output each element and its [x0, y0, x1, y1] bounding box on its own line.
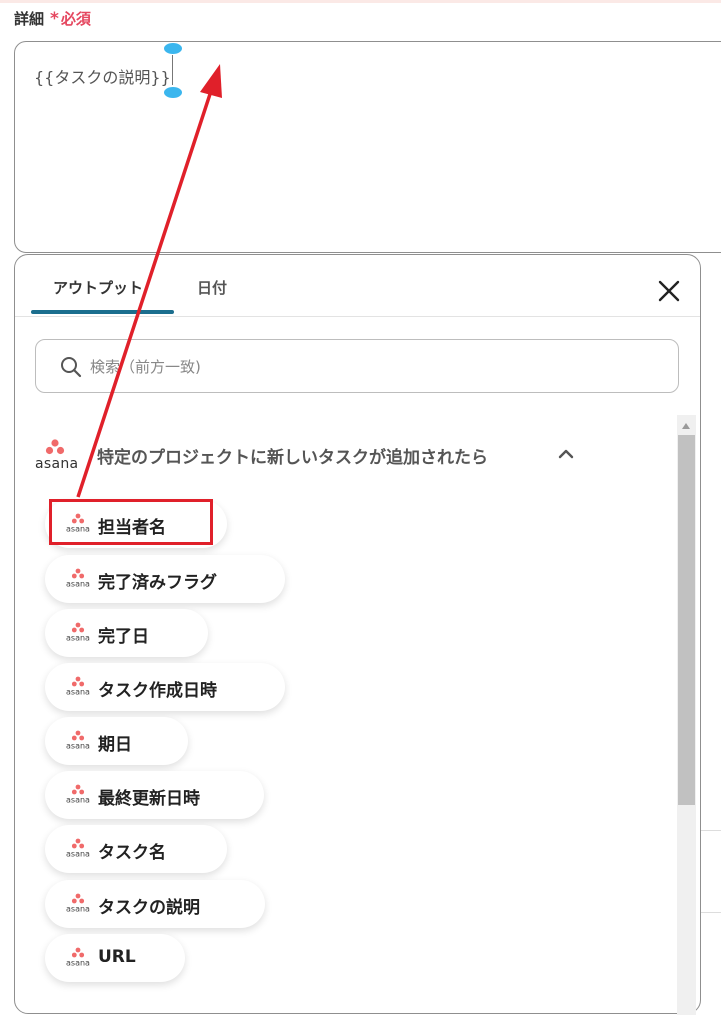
group-title: 特定のプロジェクトに新しいタスクが追加されたら	[97, 448, 488, 468]
output-item[interactable]: asana 最終更新日時	[45, 771, 264, 819]
output-item-label: 完了日	[98, 627, 149, 647]
description-textarea[interactable]: {{タスクの説明}}	[14, 41, 721, 253]
annotation-highlight-box	[49, 499, 213, 545]
search-input[interactable]	[88, 354, 652, 380]
asana-logo-text: asana	[66, 688, 90, 697]
asana-logo-text: asana	[66, 905, 90, 914]
trigger-group-header[interactable]: asana 特定のプロジェクトに新しいタスクが追加されたら	[35, 435, 595, 475]
active-tab-indicator	[31, 310, 174, 314]
output-item[interactable]: asana 完了日	[45, 609, 208, 657]
output-item-label: タスク名	[98, 843, 166, 863]
asana-logo-icon: asana	[65, 947, 91, 968]
output-item[interactable]: asana タスクの説明	[45, 880, 265, 928]
asana-logo-icon	[45, 439, 65, 455]
search-box[interactable]	[35, 339, 679, 393]
output-item-label: 完了済みフラグ	[98, 573, 217, 593]
output-item-label: 期日	[98, 735, 132, 755]
asana-logo-text: asana	[66, 634, 90, 643]
textarea-value: {{タスクの説明}}	[34, 68, 171, 87]
asana-logo-icon: asana	[65, 838, 91, 859]
required-mark: *	[50, 9, 59, 29]
close-button[interactable]	[655, 277, 683, 305]
asana-logo-icon: asana	[65, 730, 91, 751]
output-picker-panel: アウトプット 日付 asana 特定のプロジェクトに新しいタスクが追加されたら …	[14, 254, 701, 1015]
asana-logo-icon: asana	[65, 676, 91, 697]
asana-logo-text: asana	[66, 580, 90, 589]
asana-logo-text: asana	[35, 456, 79, 472]
scrollbar-thumb[interactable]	[678, 435, 695, 805]
tab-divider	[15, 316, 700, 317]
chevron-up-icon[interactable]	[557, 447, 575, 459]
top-divider	[0, 0, 721, 3]
close-icon	[658, 280, 680, 302]
output-item[interactable]: asana タスク名	[45, 825, 227, 873]
asana-logo-icon: asana	[65, 622, 91, 643]
asana-logo-icon: asana	[65, 784, 91, 805]
selection-handle-bottom[interactable]	[164, 87, 182, 98]
asana-logo-icon: asana	[65, 568, 91, 589]
selection-handle-top[interactable]	[164, 43, 182, 54]
asana-logo-text: asana	[66, 959, 90, 968]
output-item[interactable]: asana 期日	[45, 717, 188, 765]
text-caret	[172, 55, 173, 85]
search-icon	[61, 357, 82, 378]
asana-logo-text: asana	[66, 742, 90, 751]
output-item-label: URL	[98, 947, 136, 967]
output-item[interactable]: asana タスク作成日時	[45, 663, 285, 711]
output-item[interactable]: asana URL	[45, 934, 185, 982]
asana-logo-icon: asana	[65, 893, 91, 914]
output-item-label: 最終更新日時	[98, 789, 200, 809]
background-divider	[701, 912, 721, 913]
tab-date[interactable]: 日付	[197, 277, 227, 298]
output-item-label: タスク作成日時	[98, 681, 217, 701]
field-label: 詳細 * 必須	[14, 8, 91, 29]
asana-logo-text: asana	[66, 796, 90, 805]
background-divider	[701, 830, 721, 831]
scroll-up-arrow[interactable]	[682, 423, 690, 429]
output-item-label: タスクの説明	[98, 898, 200, 918]
asana-logo-text: asana	[66, 850, 90, 859]
output-item[interactable]: asana 完了済みフラグ	[45, 555, 285, 603]
tab-output[interactable]: アウトプット	[53, 277, 143, 298]
field-label-text: 詳細	[14, 10, 45, 28]
required-text: 必須	[60, 10, 91, 28]
